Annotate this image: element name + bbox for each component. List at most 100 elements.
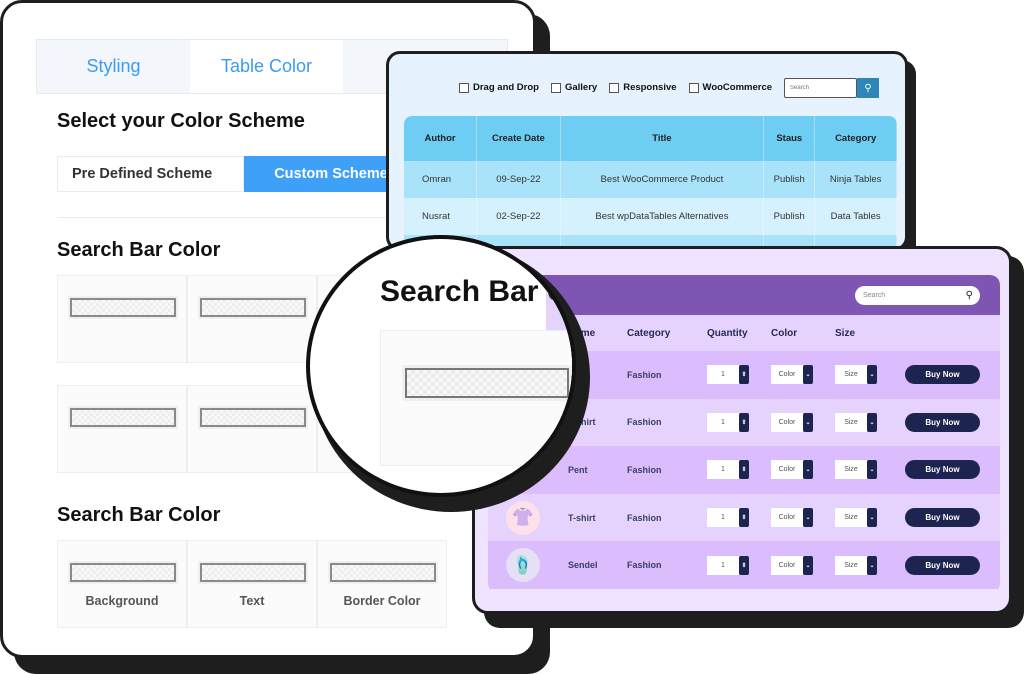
chevron-down-icon[interactable]: ⌄	[867, 412, 877, 432]
quantity-stepper[interactable]: 1 ⇕	[707, 460, 749, 480]
buy-now-button[interactable]: Buy Now	[905, 412, 980, 432]
predefined-scheme-button[interactable]: Pre Defined Scheme	[57, 156, 244, 192]
background-color-cell: Background	[57, 540, 187, 628]
color-select-value: Color	[771, 460, 803, 480]
quantity-stepper[interactable]: 1 ⇕	[707, 365, 749, 385]
color-select[interactable]: Color ⌄	[771, 555, 813, 575]
column-header[interactable]: Size	[835, 328, 855, 339]
search-icon: ⚲	[864, 82, 872, 94]
product-row: 👚 T-shirt Fashion 1 ⇕ Color ⌄ Size ⌄ Buy Now	[488, 493, 1000, 542]
cell-category: Ninja Tables	[814, 161, 897, 198]
quantity-value[interactable]: 1	[707, 508, 739, 528]
color-swatch[interactable]	[68, 406, 178, 429]
filter-responsive[interactable]: Responsive	[609, 82, 677, 93]
size-select-value: Size	[835, 555, 867, 575]
cell-category: Data Tables	[814, 198, 897, 235]
chevron-down-icon[interactable]: ⌄	[867, 460, 877, 480]
column-header[interactable]: Color	[771, 328, 797, 339]
chevron-down-icon[interactable]: ⌄	[867, 508, 877, 528]
column-header[interactable]: Quantity	[707, 328, 748, 339]
size-select[interactable]: Size ⌄	[835, 365, 877, 385]
size-select[interactable]: Size ⌄	[835, 508, 877, 528]
product-name: Sendel	[568, 560, 598, 571]
buy-now-button[interactable]: Buy Now	[905, 555, 980, 575]
swatch-label: Border Color	[343, 594, 421, 608]
filter-label: WooCommerce	[702, 82, 773, 93]
product-search-input[interactable]: Search ⚲	[855, 286, 980, 305]
color-swatch[interactable]	[198, 406, 308, 429]
tab-table-color[interactable]: Table Color	[190, 40, 343, 93]
color-select-value: Color	[771, 508, 803, 528]
checkbox[interactable]	[550, 82, 561, 93]
swatch-label: Text	[239, 594, 265, 608]
checkbox[interactable]	[459, 82, 469, 93]
size-select-value: Size	[835, 365, 867, 385]
color-select[interactable]: Color ⌄	[771, 508, 813, 528]
search-button[interactable]: ⚲	[857, 78, 879, 98]
swatch-label: Background	[85, 594, 159, 608]
border-color-cell: Border Color	[317, 540, 447, 628]
quantity-value[interactable]: 1	[707, 365, 739, 385]
chevron-down-icon[interactable]: ⌄	[803, 508, 813, 528]
buy-now-button[interactable]: Buy Now	[905, 460, 980, 480]
filter-label: Responsive	[623, 82, 677, 93]
chevron-down-icon[interactable]: ⌄	[803, 365, 813, 385]
color-swatch[interactable]	[198, 296, 308, 319]
quantity-stepper[interactable]: 1 ⇕	[707, 412, 749, 432]
color-select[interactable]: Color ⌄	[771, 460, 813, 480]
table-search-input[interactable]	[784, 78, 857, 98]
size-select-value: Size	[835, 508, 867, 528]
product-category: Fashion	[627, 560, 662, 571]
cell-author: Omran	[404, 161, 478, 198]
swatch-grid-labeled: Background Text Border Color	[57, 540, 447, 628]
product-category: Fashion	[627, 417, 662, 428]
size-select[interactable]: Size ⌄	[835, 460, 877, 480]
color-select[interactable]: Color ⌄	[771, 365, 813, 385]
filter-checkboxes: Drag and Drop Gallery Responsive WooComm…	[459, 82, 772, 93]
cell-date: 02-Sep-22	[476, 198, 561, 235]
column-header[interactable]: Title	[560, 116, 765, 161]
stepper-arrows-icon[interactable]: ⇕	[739, 508, 749, 528]
chevron-down-icon[interactable]: ⌄	[867, 365, 877, 385]
column-header[interactable]: Create Date	[476, 116, 561, 161]
buy-now-button[interactable]: Buy Now	[905, 365, 980, 385]
column-header[interactable]: Staus	[763, 116, 816, 161]
quantity-value[interactable]: 1	[707, 460, 739, 480]
filter-woocommerce[interactable]: WooCommerce	[688, 82, 773, 93]
size-select-value: Size	[835, 460, 867, 480]
quantity-stepper[interactable]: 1 ⇕	[707, 555, 749, 575]
posts-table: Author Create Date Title Staus Category …	[404, 116, 897, 248]
column-header[interactable]: Author	[404, 116, 478, 161]
quantity-stepper[interactable]: 1 ⇕	[707, 508, 749, 528]
stepper-arrows-icon[interactable]: ⇕	[739, 365, 749, 385]
color-select[interactable]: Color ⌄	[771, 412, 813, 432]
stepper-arrows-icon[interactable]: ⇕	[739, 412, 749, 432]
search-icon[interactable]: ⚲	[966, 290, 973, 301]
chevron-down-icon[interactable]: ⌄	[867, 555, 877, 575]
magnified-color-cell	[380, 330, 572, 466]
text-swatch[interactable]	[198, 561, 308, 584]
quantity-value[interactable]: 1	[707, 555, 739, 575]
tab-styling[interactable]: Styling	[37, 40, 190, 93]
checkbox[interactable]	[688, 82, 699, 93]
size-select[interactable]: Size ⌄	[835, 555, 877, 575]
cell-title: Best WooCommerce Product	[560, 161, 765, 198]
chevron-down-icon[interactable]: ⌄	[803, 412, 813, 432]
chevron-down-icon[interactable]: ⌄	[803, 460, 813, 480]
chevron-down-icon[interactable]: ⌄	[803, 555, 813, 575]
stepper-arrows-icon[interactable]: ⇕	[739, 460, 749, 480]
filter-drag-drop[interactable]: Drag and Drop	[459, 82, 539, 93]
buy-now-button[interactable]: Buy Now	[905, 508, 980, 528]
table-row: Omran 09-Sep-22 Best WooCommerce Product…	[404, 161, 897, 198]
border-swatch[interactable]	[328, 561, 438, 584]
column-header[interactable]: Category	[814, 116, 897, 161]
size-select[interactable]: Size ⌄	[835, 412, 877, 432]
color-swatch[interactable]	[68, 296, 178, 319]
background-swatch[interactable]	[68, 561, 178, 584]
stepper-arrows-icon[interactable]: ⇕	[739, 555, 749, 575]
filter-gallery[interactable]: Gallery	[550, 82, 597, 93]
magnified-swatch	[402, 365, 572, 401]
quantity-value[interactable]: 1	[707, 412, 739, 432]
checkbox[interactable]	[609, 82, 620, 93]
column-header[interactable]: Category	[627, 328, 670, 339]
